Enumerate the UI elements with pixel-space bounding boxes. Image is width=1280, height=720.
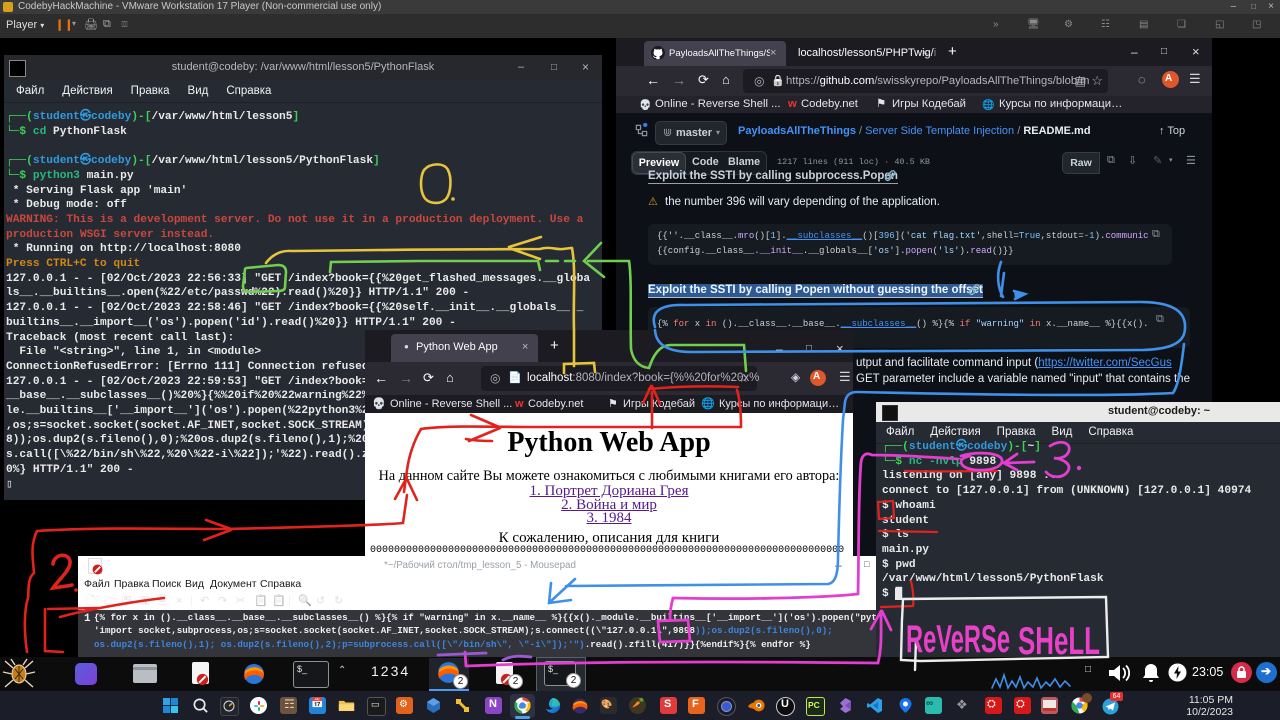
svg-text:ReVeRSe: ReVeRSe	[906, 618, 1010, 661]
svg-text:SHeLL: SHeLL	[1018, 620, 1100, 663]
